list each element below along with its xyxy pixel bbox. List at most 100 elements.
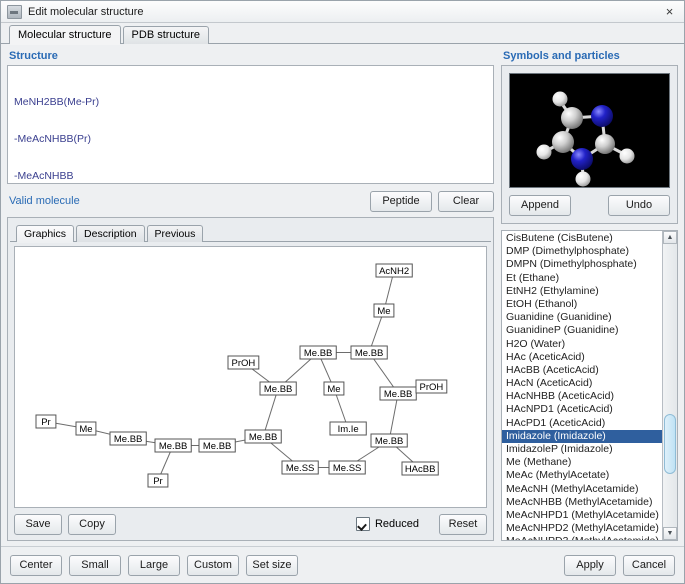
molecule-node[interactable]: Im.Ie [329, 421, 367, 436]
list-item[interactable]: DMP (Dimethylphosphate) [502, 245, 662, 258]
tab-previous[interactable]: Previous [146, 225, 204, 242]
list-item[interactable]: MeAcNHPD1 (MethylAcetamide) [502, 509, 662, 522]
list-item[interactable]: H2O (Water) [502, 338, 662, 351]
molecule-node[interactable]: Me.BB [299, 345, 337, 360]
list-item[interactable]: MeAcNHBB (MethylAcetamide) [502, 496, 662, 509]
list-item[interactable]: HAcN (AceticAcid) [502, 377, 662, 390]
list-item[interactable]: Guanidine (Guanidine) [502, 311, 662, 324]
list-item[interactable]: ImidazoleP (Imidazole) [502, 443, 662, 456]
structure-status-row: Valid molecule Peptide Clear [7, 187, 494, 215]
list-item[interactable]: HAcPD1 (AceticAcid) [502, 417, 662, 430]
molecule-node[interactable]: Me.SS [281, 460, 319, 475]
molecule-node[interactable]: AcNH2 [375, 263, 413, 278]
molecule-graph-canvas[interactable]: Pr Me Me.BB Me.BB Pr Me.BB Me.BB PrOH Me.BB Me.BB… [14, 246, 487, 508]
scroll-down-icon[interactable]: ▼ [663, 527, 677, 540]
list-item[interactable]: MeAcNHPD2 (MethylAcetamide) [502, 522, 662, 535]
structure-line: MeNH2BB(Me-Pr) [14, 95, 100, 108]
molecule-node[interactable]: Me.BB [109, 431, 147, 446]
molecule-node[interactable]: Me.BB [198, 438, 236, 453]
save-button[interactable]: Save [14, 513, 62, 535]
reset-button[interactable]: Reset [439, 513, 487, 535]
center-button[interactable]: Center [10, 554, 62, 576]
molecule-graph-svg: Pr Me Me.BB Me.BB Pr Me.BB Me.BB PrOH Me.BB Me.BB… [35, 263, 448, 488]
scrollbar-thumb[interactable] [664, 414, 676, 474]
list-item[interactable]: HAcBB (AceticAcid) [502, 364, 662, 377]
undo-button[interactable]: Undo [608, 195, 670, 216]
graphics-panel: Graphics Description Previous Pr Me Me.BB M… [7, 217, 494, 541]
svg-text:AcNH2: AcNH2 [379, 266, 409, 277]
list-item[interactable]: MeAc (MethylAcetate) [502, 469, 662, 482]
list-item[interactable]: DMPN (Dimethylphosphate) [502, 258, 662, 271]
reduced-checkbox-wrap[interactable]: Reduced [355, 517, 419, 531]
peptide-button[interactable]: Peptide [370, 190, 432, 212]
list-item[interactable]: GuanidineP (Guanidine) [502, 324, 662, 337]
tab-pdb-structure[interactable]: PDB structure [122, 26, 210, 44]
reduced-checkbox[interactable] [355, 517, 370, 531]
molecule-node[interactable]: Me [373, 303, 395, 318]
structure-text-area[interactable]: MeNH2BB(Me-Pr) -MeAcNHBB(Pr) -MeAcNHBB -… [7, 65, 494, 184]
validity-status: Valid molecule [9, 195, 80, 207]
molecule-node[interactable]: Me.BB [379, 386, 417, 401]
apply-button[interactable]: Apply [564, 554, 616, 576]
svg-text:Me: Me [79, 424, 92, 435]
list-item[interactable]: HAc (AceticAcid) [502, 351, 662, 364]
list-item[interactable]: MeAcNH (MethylAcetamide) [502, 483, 662, 496]
particles-list-box[interactable]: CisButene (CisButene) DMP (Dimethylphosph… [501, 230, 678, 541]
cancel-button[interactable]: Cancel [623, 554, 675, 576]
svg-text:Me.BB: Me.BB [264, 384, 293, 395]
list-item[interactable]: Me (Methane) [502, 456, 662, 469]
edit-molecular-structure-dialog: Edit molecular structure × Molecular str… [0, 0, 685, 584]
small-button[interactable]: Small [69, 554, 121, 576]
molecule-node[interactable]: Me.BB [154, 438, 192, 453]
set-size-button[interactable]: Set size [246, 554, 298, 576]
particles-scrollbar[interactable]: ▲ ▼ [662, 231, 677, 540]
list-item[interactable]: HAcNHBB (AceticAcid) [502, 390, 662, 403]
append-button[interactable]: Append [509, 195, 571, 216]
svg-text:PrOH: PrOH [232, 358, 256, 369]
molecule-node[interactable]: Me [75, 421, 97, 436]
clear-button[interactable]: Clear [438, 190, 494, 212]
structure-line: -MeAcNHBB [14, 170, 74, 183]
molecule-node[interactable]: PrOH [415, 379, 448, 394]
svg-text:Me: Me [377, 306, 390, 317]
tab-graphics[interactable]: Graphics [16, 225, 75, 243]
custom-button[interactable]: Custom [187, 554, 239, 576]
structure-line: -MeAcNHBB(Pr) [14, 133, 92, 146]
tab-description[interactable]: Description [76, 225, 145, 242]
list-item[interactable]: EtOH (Ethanol) [502, 298, 662, 311]
molecule-node[interactable]: Pr [147, 473, 169, 488]
molecule-node[interactable]: Pr [35, 414, 57, 429]
molecule-node[interactable]: Me [323, 381, 345, 396]
molecule-3d-viewer[interactable] [509, 73, 670, 188]
svg-text:Me.BB: Me.BB [114, 434, 143, 445]
svg-text:Me.SS: Me.SS [333, 463, 362, 474]
molecule-node[interactable]: Me.BB [244, 429, 282, 444]
structure-column: Structure MeNH2BB(Me-Pr) -MeAcNHBB(Pr) -… [7, 50, 494, 541]
molecule-node[interactable]: PrOH [227, 355, 260, 370]
molecule-node[interactable]: Me.BB [259, 381, 297, 396]
title-bar: Edit molecular structure × [1, 1, 684, 23]
list-item[interactable]: EtNH2 (Ethylamine) [502, 285, 662, 298]
tab-molecular-structure[interactable]: Molecular structure [9, 25, 121, 45]
scroll-up-icon[interactable]: ▲ [663, 231, 677, 244]
molecule-node[interactable]: HAcBB [401, 461, 439, 476]
molecule-node[interactable]: Me.BB [350, 345, 388, 360]
svg-text:PrOH: PrOH [420, 382, 444, 393]
list-item[interactable]: Imidazole (Imidazole) [502, 429, 662, 443]
list-item[interactable]: HAcNPD1 (AceticAcid) [502, 403, 662, 416]
list-item[interactable]: Et (Ethane) [502, 272, 662, 285]
close-icon[interactable]: × [662, 4, 677, 19]
molecule-node[interactable]: Me.SS [328, 460, 366, 475]
particles-list[interactable]: CisButene (CisButene) DMP (Dimethylphosph… [502, 231, 662, 540]
symbols-column: Symbols and particles Append Undo CisBut… [501, 50, 678, 541]
list-item[interactable]: CisButene (CisButene) [502, 232, 662, 245]
list-item[interactable]: MeAcNHPD3 (MethylAcetamide) [502, 535, 662, 540]
svg-text:Me: Me [327, 384, 340, 395]
svg-text:Im.Ie: Im.Ie [338, 424, 359, 435]
large-button[interactable]: Large [128, 554, 180, 576]
graphics-bottom-bar: Save Copy Reduced Reset [8, 508, 493, 540]
molecule-window-icon [7, 4, 22, 19]
copy-button[interactable]: Copy [68, 513, 116, 535]
molecule-node[interactable]: Me.BB [370, 433, 408, 448]
molecule-viewer-group: Append Undo [501, 65, 678, 224]
